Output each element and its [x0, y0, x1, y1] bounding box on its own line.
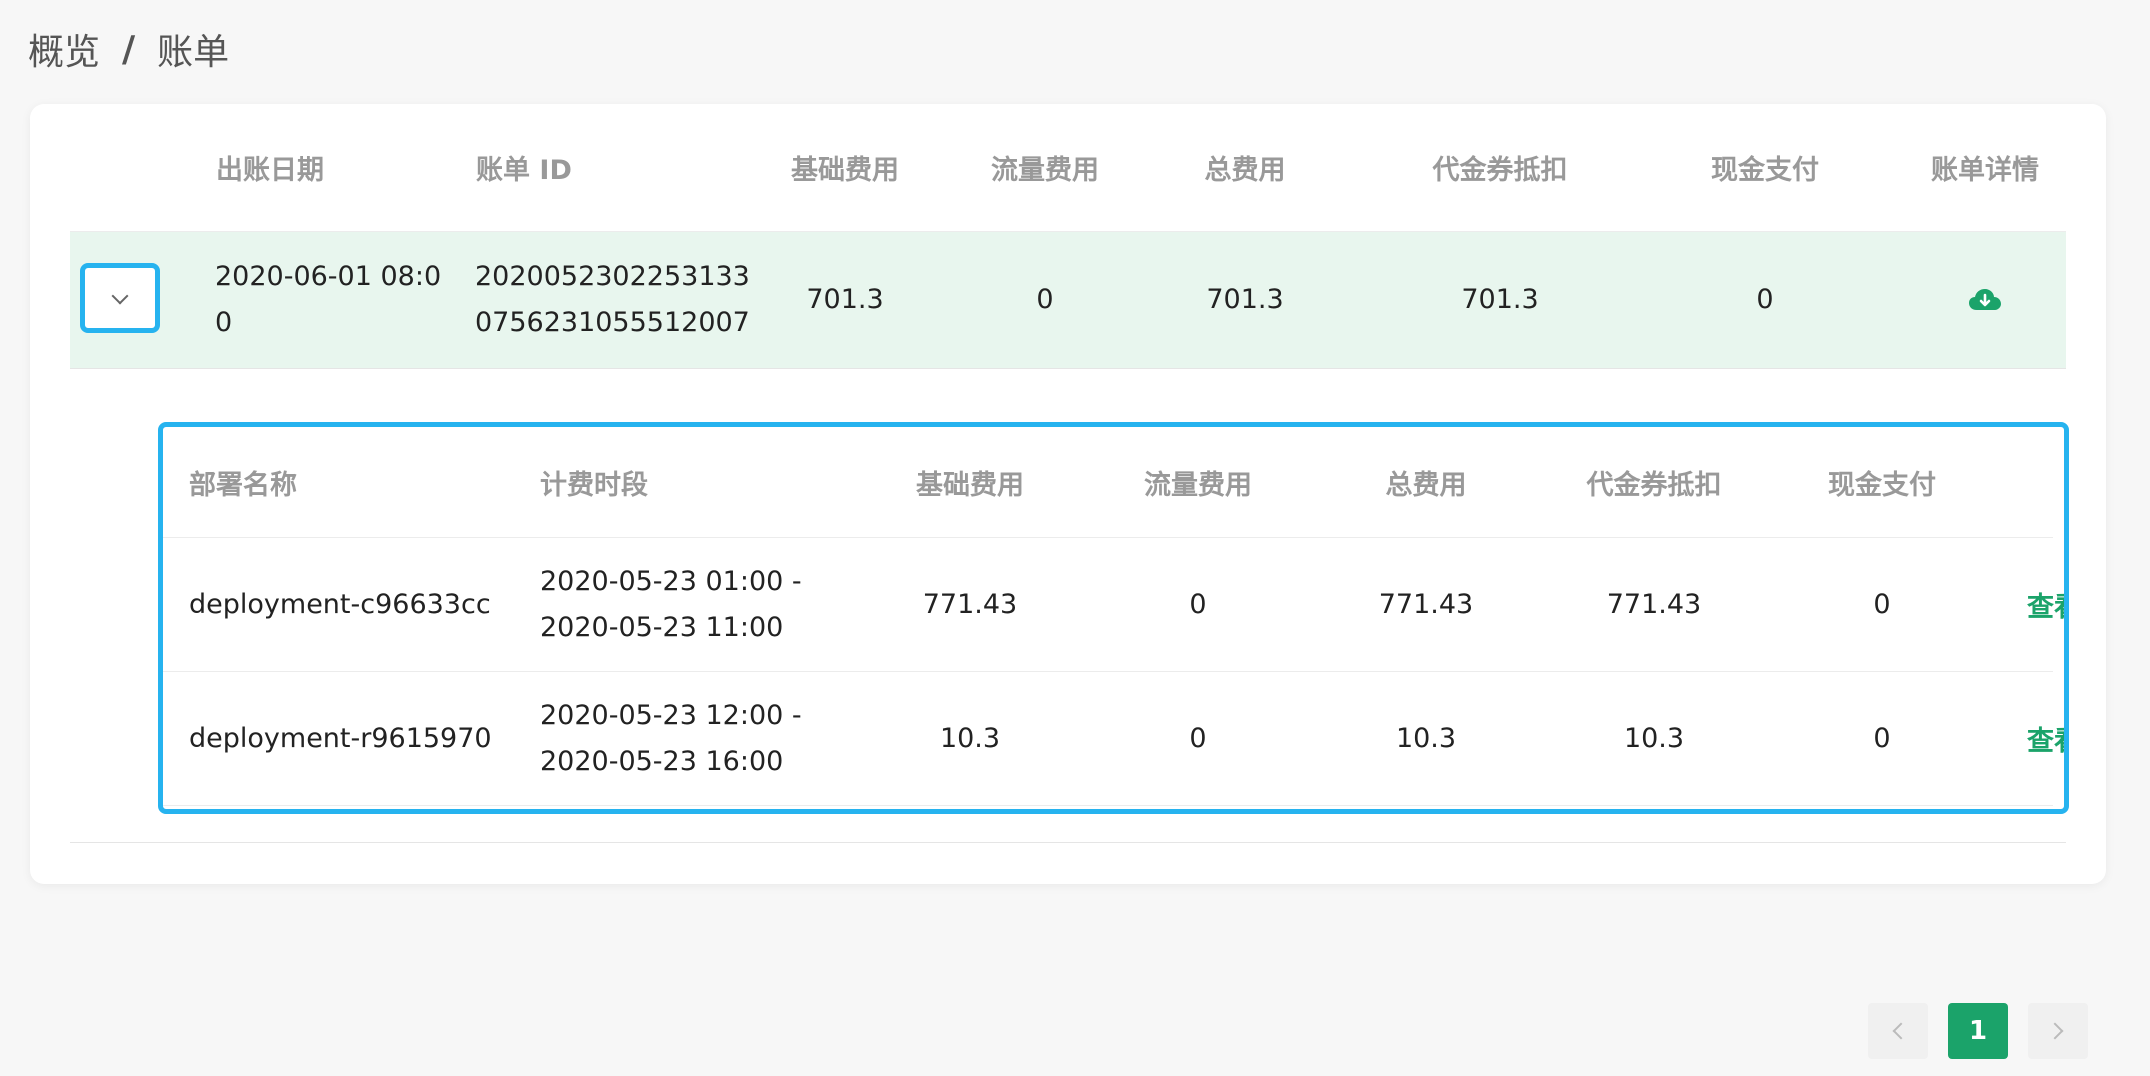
expand-row-button[interactable]: [80, 263, 160, 333]
deployment-traffic-fee: 0: [1189, 722, 1207, 754]
bill-base-fee: 701.3: [806, 284, 884, 315]
pagination-prev-button[interactable]: [1868, 1003, 1928, 1059]
deployment-total-fee: 10.3: [1395, 722, 1457, 754]
header-deployment-name: 部署名称: [189, 469, 297, 501]
pagination-page-1[interactable]: 1: [1948, 1003, 2008, 1059]
header-base-fee: 基础费用: [791, 155, 899, 186]
deployment-voucher: 10.3: [1623, 722, 1685, 754]
breadcrumb-item-bill: 账单: [157, 32, 230, 73]
pagination-next-button[interactable]: [2028, 1003, 2088, 1059]
billing-period-start: 2020-05-23 01:00 -: [540, 565, 802, 597]
billing-period-start: 2020-05-23 12:00 -: [540, 699, 802, 731]
bill-download-button[interactable]: [1910, 232, 2060, 368]
chevron-right-icon: [2046, 1022, 2064, 1040]
deployment-name: deployment-r9615970: [189, 722, 492, 754]
header-inner-base-fee: 基础费用: [916, 469, 1024, 501]
header-inner-cash: 现金支付: [1828, 469, 1936, 501]
chevron-down-icon: [111, 287, 129, 305]
table-bottom-divider: [70, 842, 2066, 843]
header-inner-total-fee: 总费用: [1385, 469, 1467, 501]
cloud-download-icon: [1969, 289, 2001, 310]
bill-id-line1: 2020052302253133: [475, 261, 750, 292]
bill-cash: 0: [1756, 284, 1774, 315]
breadcrumb-separator: /: [122, 28, 136, 70]
header-cash: 现金支付: [1711, 155, 1819, 186]
header-billing-period: 计费时段: [540, 469, 648, 501]
header-total-fee: 总费用: [1204, 155, 1286, 186]
header-voucher: 代金券抵扣: [1432, 155, 1568, 186]
bill-id: 2020052302253133 0756231055512007: [475, 232, 750, 368]
deployment-traffic-fee: 0: [1189, 588, 1207, 620]
header-inner-voucher: 代金券抵扣: [1586, 469, 1722, 501]
table-row[interactable]: 2020-06-01 08:0 0 2020052302253133 07562…: [70, 232, 2066, 369]
table-row[interactable]: deployment-c96633cc 2020-05-23 01:00 - 2…: [163, 538, 2064, 672]
billing-period: 2020-05-23 12:00 - 2020-05-23 16:00: [540, 672, 802, 805]
bill-traffic-fee: 0: [1036, 284, 1054, 315]
bill-card: 出账日期 账单 ID 基础费用 流量费用 总费用 代金券抵扣 现金支付 账单详情…: [30, 104, 2106, 884]
billing-period-end: 2020-05-23 11:00: [540, 611, 784, 643]
deployment-base-fee: 10.3: [939, 722, 1001, 754]
bill-date: 2020-06-01 08:0 0: [215, 232, 441, 368]
deployment-voucher: 771.43: [1606, 588, 1702, 620]
inner-table-header: 部署名称 计费时段 基础费用 流量费用 总费用 代金券抵扣 现金支付: [163, 427, 2053, 538]
header-bill-detail: 账单详情: [1931, 155, 2039, 186]
chevron-left-icon: [1892, 1022, 1910, 1040]
table-row[interactable]: deployment-r9615970 2020-05-23 12:00 - 2…: [163, 672, 2064, 806]
bill-date-line2: 0: [215, 307, 233, 338]
bill-id-line2: 0756231055512007: [475, 307, 750, 338]
breadcrumb-item-overview[interactable]: 概览: [28, 23, 100, 75]
bill-date-line1: 2020-06-01 08:0: [215, 261, 442, 292]
deployment-cash: 0: [1873, 722, 1891, 754]
view-detail-link[interactable]: 查看: [2027, 538, 2064, 671]
header-bill-id: 账单 ID: [476, 155, 572, 186]
deployment-base-fee: 771.43: [922, 588, 1018, 620]
view-detail-link[interactable]: 查看: [2027, 672, 2064, 805]
deployment-total-fee: 771.43: [1378, 588, 1474, 620]
page: 概览 / 账单 出账日期 账单 ID 基础费用 流量费用 总费用 代金券抵扣 现…: [0, 0, 2150, 1076]
breadcrumb: 概览 / 账单: [28, 22, 229, 76]
bill-voucher: 701.3: [1461, 284, 1539, 315]
billing-period-end: 2020-05-23 16:00: [540, 745, 784, 777]
bill-total-fee: 701.3: [1206, 284, 1284, 315]
deployment-detail-table: 部署名称 计费时段 基础费用 流量费用 总费用 代金券抵扣 现金支付 deplo…: [158, 422, 2069, 814]
header-bill-date: 出账日期: [216, 155, 324, 186]
header-inner-traffic-fee: 流量费用: [1144, 469, 1252, 501]
outer-table-header: 出账日期 账单 ID 基础费用 流量费用 总费用 代金券抵扣 现金支付 账单详情: [70, 104, 2066, 232]
deployment-name: deployment-c96633cc: [189, 588, 491, 620]
deployment-cash: 0: [1873, 588, 1891, 620]
header-traffic-fee: 流量费用: [991, 155, 1099, 186]
billing-period: 2020-05-23 01:00 - 2020-05-23 11:00: [540, 538, 802, 671]
